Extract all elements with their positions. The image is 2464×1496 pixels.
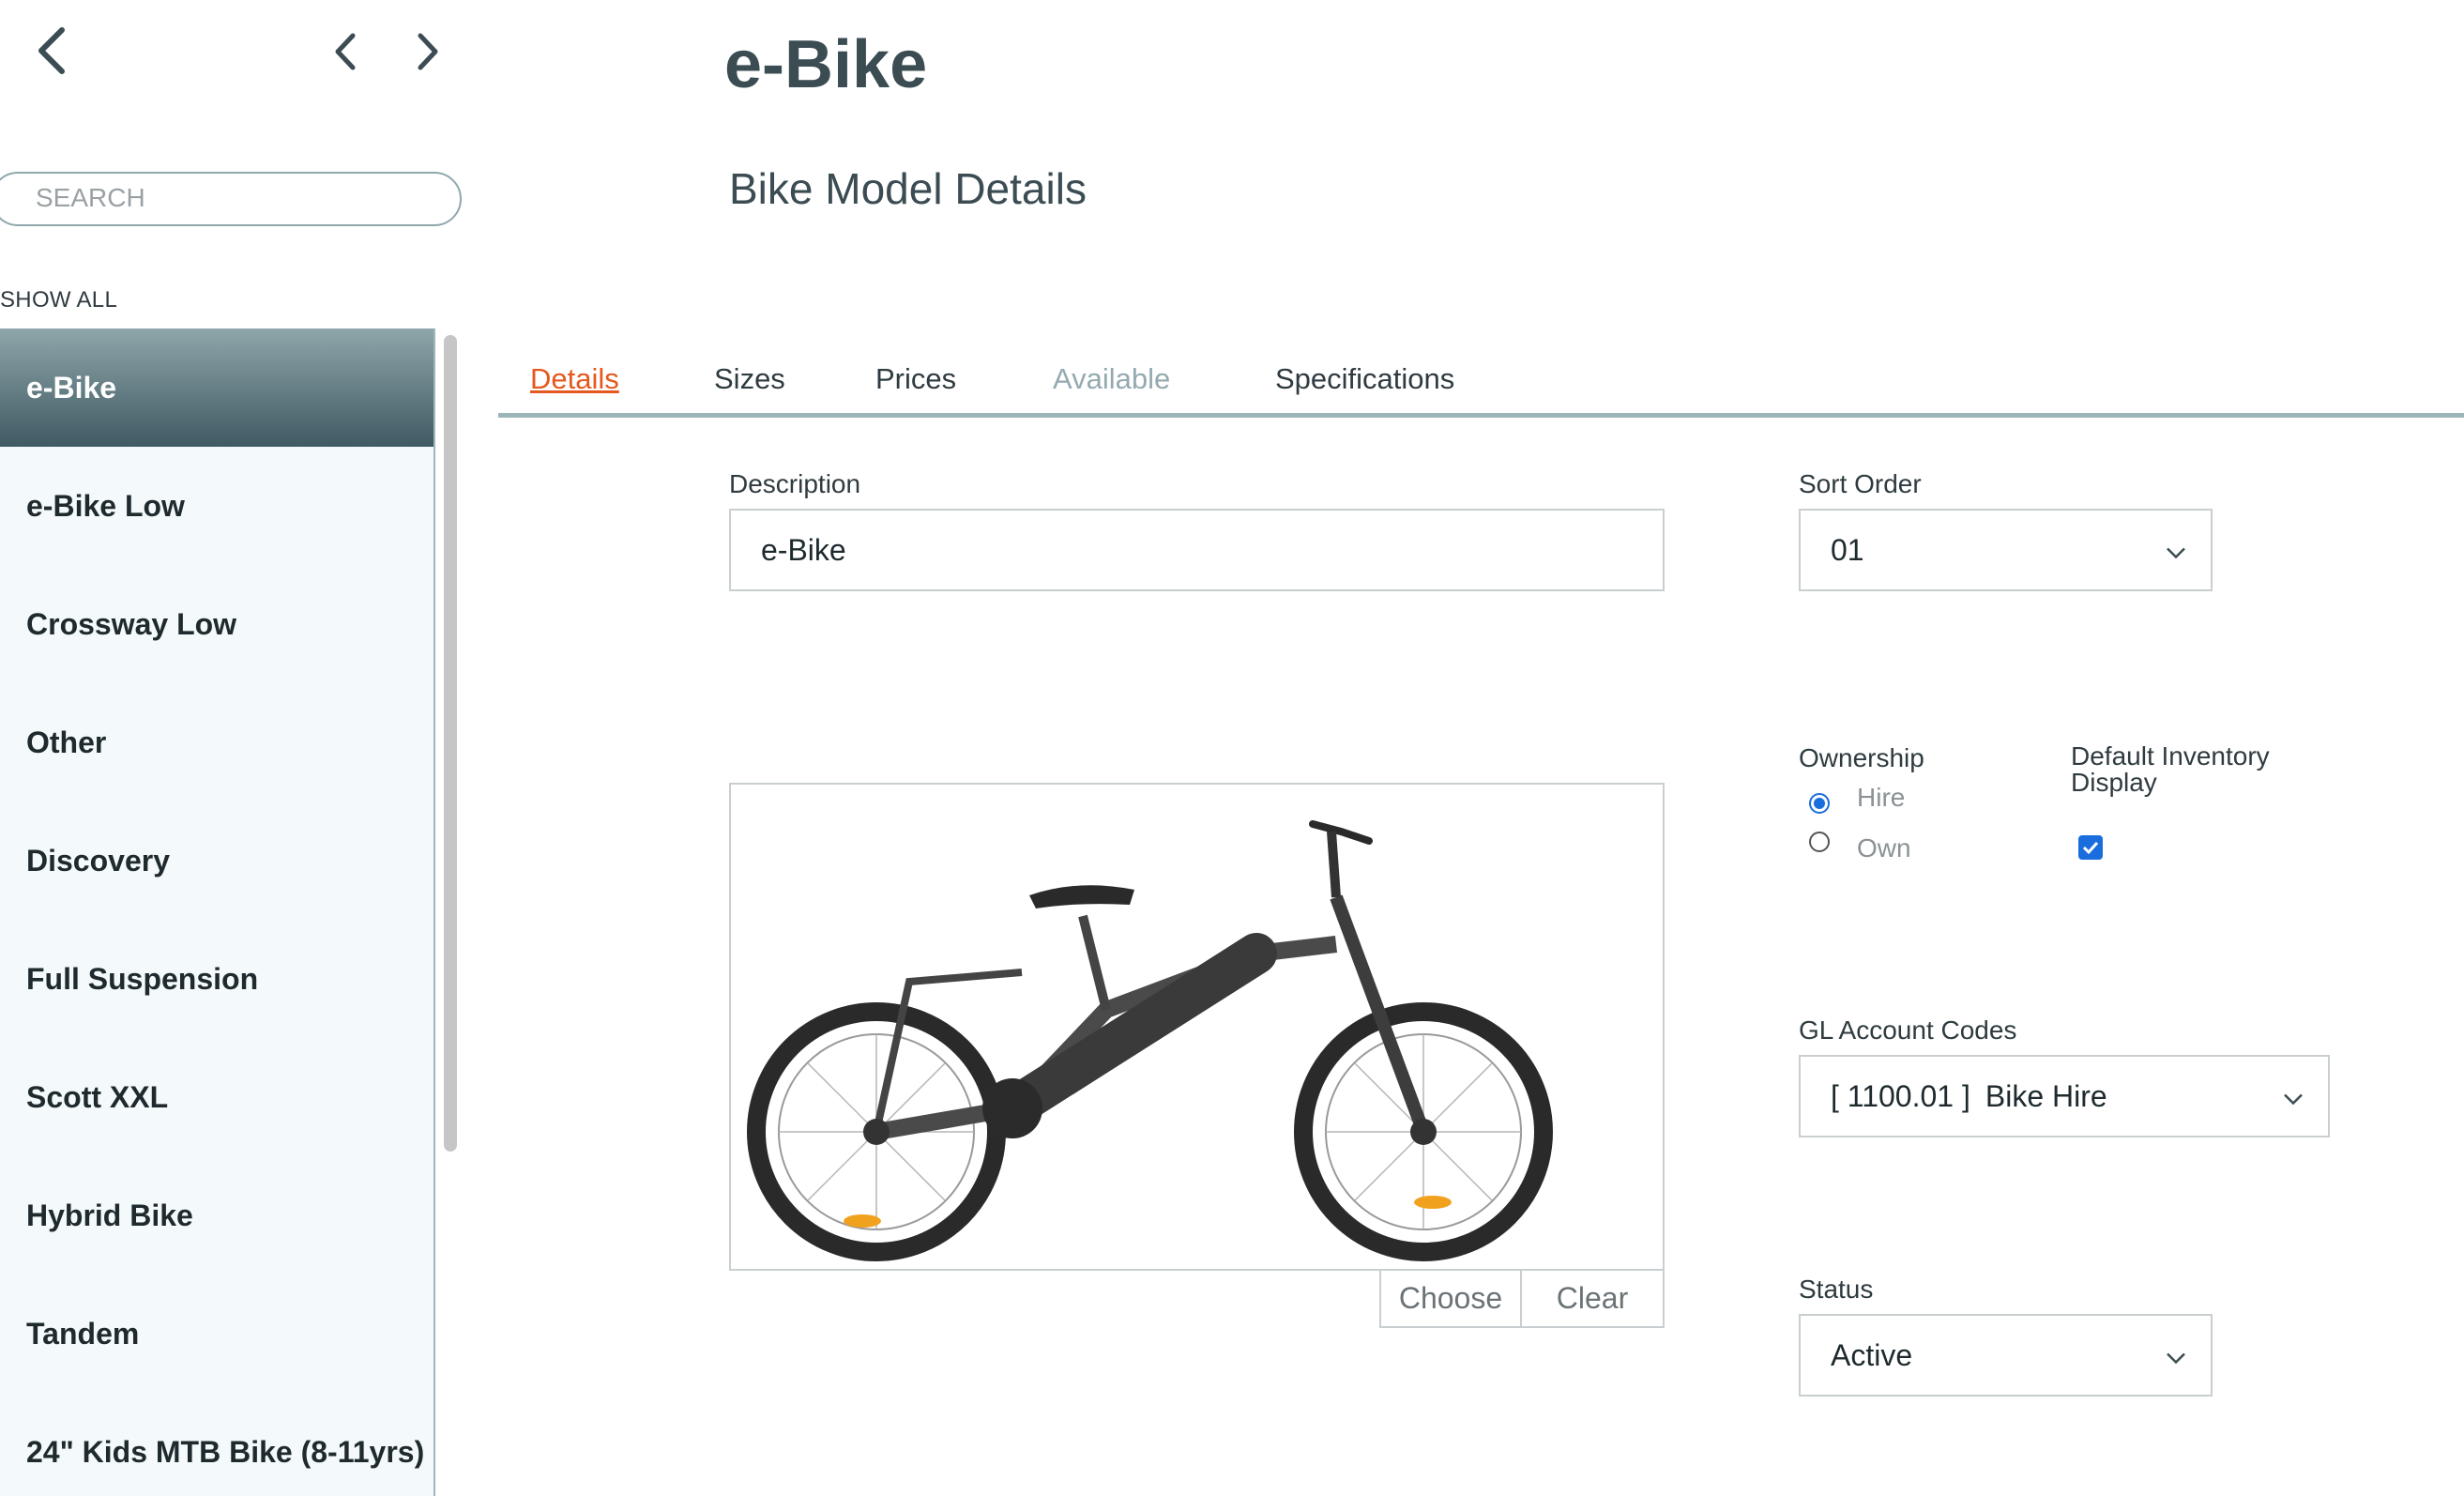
- sidebar-item-label: Hybrid Bike: [26, 1198, 193, 1232]
- sidebar-item-label: e-Bike: [26, 370, 117, 405]
- gl-account-select[interactable]: [ 1100.01 ] Bike Hire: [1799, 1055, 2330, 1137]
- choose-image-button[interactable]: Choose: [1379, 1269, 1522, 1328]
- sidebar-item-scott-xxl[interactable]: Scott XXL: [0, 1038, 433, 1156]
- status-select[interactable]: Active: [1799, 1314, 2213, 1397]
- bike-illustration: [747, 820, 1553, 1261]
- tab-sizes[interactable]: Sizes: [714, 362, 785, 396]
- sidebar-item-full-suspension[interactable]: Full Suspension: [0, 920, 433, 1038]
- ownership-label: Ownership: [1799, 743, 1924, 772]
- sidebar-item-label: Discovery: [26, 843, 170, 878]
- ownership-own-radio[interactable]: [1809, 832, 1830, 852]
- tab-details[interactable]: Details: [530, 362, 619, 396]
- sidebar-item-label: 24" Kids MTB Bike (8-11yrs): [26, 1434, 425, 1469]
- default-inventory-checkbox[interactable]: [2078, 835, 2103, 860]
- next-icon[interactable]: [415, 32, 441, 71]
- sort-order-select[interactable]: 01: [1799, 509, 2213, 591]
- sidebar-item-label: Other: [26, 725, 107, 759]
- sidebar-item-label: e-Bike Low: [26, 488, 185, 523]
- sort-order-value: 01: [1831, 532, 1864, 567]
- sidebar-item-other[interactable]: Other: [0, 683, 433, 801]
- tab-specifications[interactable]: Specifications: [1275, 362, 1454, 396]
- sidebar-item-label: Crossway Low: [26, 606, 237, 641]
- radio-unchecked-icon: [1809, 832, 1830, 852]
- sidebar-scrollbar-thumb[interactable]: [444, 335, 457, 1152]
- status-value: Active: [1831, 1337, 1913, 1372]
- sidebar-item-discovery[interactable]: Discovery: [0, 801, 433, 920]
- gl-account-code: [ 1100.01 ]: [1831, 1078, 1970, 1113]
- chevron-down-icon: [2283, 1079, 2304, 1114]
- default-inventory-label-line1: Default Inventory: [2071, 741, 2270, 771]
- sidebar-item-label: Full Suspension: [26, 961, 259, 996]
- sidebar-item-kids-mtb[interactable]: 24" Kids MTB Bike (8-11yrs): [0, 1393, 433, 1496]
- page-title: e-Bike: [724, 27, 928, 102]
- description-value: e-Bike: [761, 532, 846, 567]
- chevron-down-icon: [2166, 533, 2186, 568]
- chevron-down-icon: [2166, 1338, 2186, 1373]
- search-input[interactable]: [34, 174, 450, 222]
- ownership-own-label: Own: [1857, 833, 1911, 862]
- ownership-hire-label: Hire: [1857, 783, 1906, 812]
- tab-prices[interactable]: Prices: [875, 362, 956, 396]
- ownership-hire-radio[interactable]: [1809, 793, 1830, 814]
- sidebar-item-e-bike[interactable]: e-Bike: [0, 328, 433, 447]
- sidebar-item-crossway-low[interactable]: Crossway Low: [0, 565, 433, 683]
- sidebar-item-tandem[interactable]: Tandem: [0, 1275, 433, 1393]
- tab-divider: [498, 413, 2464, 418]
- gl-account-name: Bike Hire: [1985, 1078, 2107, 1113]
- model-list: e-Bike e-Bike Low Crossway Low Other Dis…: [0, 328, 435, 1496]
- bike-image: [729, 783, 1665, 1271]
- radio-checked-icon: [1809, 793, 1830, 814]
- description-label: Description: [729, 469, 861, 498]
- gl-account-label: GL Account Codes: [1799, 1015, 2017, 1045]
- default-inventory-label-line2: Display: [2071, 768, 2157, 797]
- status-label: Status: [1799, 1275, 1874, 1304]
- sidebar-item-hybrid-bike[interactable]: Hybrid Bike: [0, 1156, 433, 1275]
- previous-icon[interactable]: [332, 32, 358, 71]
- show-all-link[interactable]: SHOW ALL: [0, 287, 117, 313]
- sidebar-item-label: Tandem: [26, 1316, 140, 1351]
- back-icon[interactable]: [34, 26, 68, 75]
- section-title: Bike Model Details: [729, 164, 1087, 213]
- sidebar-item-e-bike-low[interactable]: e-Bike Low: [0, 447, 433, 565]
- sort-order-label: Sort Order: [1799, 469, 1922, 498]
- search-box: [0, 172, 462, 226]
- checkmark-icon: [2082, 841, 2099, 854]
- clear-image-button[interactable]: Clear: [1520, 1269, 1665, 1328]
- description-field[interactable]: e-Bike: [729, 509, 1665, 591]
- default-inventory-label: Default Inventory Display: [2071, 743, 2270, 796]
- tab-available[interactable]: Available: [1053, 362, 1170, 396]
- sidebar-item-label: Scott XXL: [26, 1079, 169, 1114]
